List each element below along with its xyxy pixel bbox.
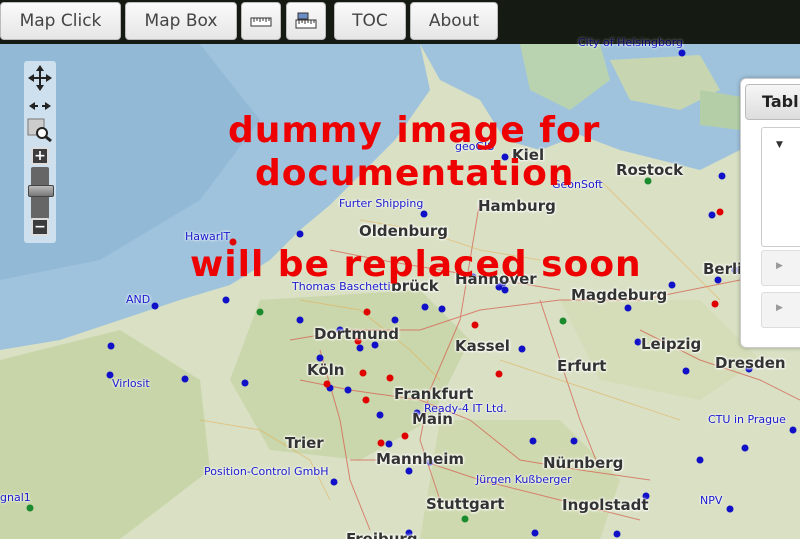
panel-content-box: ▼: [761, 127, 800, 247]
city-label-nuernberg: Nürnberg: [543, 454, 624, 472]
city-label-dortmund: Dortmund: [314, 325, 400, 343]
city-label-ingolstadt: Ingolstadt: [562, 496, 649, 514]
city-label-koeln: Köln: [307, 361, 345, 379]
panel-row[interactable]: ▶: [761, 250, 800, 286]
row-caret-icon: ▶: [776, 303, 783, 313]
toc-button[interactable]: TOC: [334, 2, 406, 40]
map-box-button[interactable]: Map Box: [125, 2, 237, 40]
top-toolbar: Map Click Map Box TOC About: [0, 0, 800, 44]
company-label: Virlosit: [112, 377, 150, 390]
panel-tab-table[interactable]: Tabl: [745, 84, 800, 120]
city-label-trier: Trier: [285, 434, 324, 452]
city-label-oldenburg: Oldenburg: [359, 222, 449, 240]
row-caret-icon: ▶: [776, 261, 783, 271]
zoom-in-button[interactable]: +: [31, 147, 49, 165]
zoom-box-button[interactable]: [26, 117, 54, 143]
table-panel: Tabl ▼ ▶ ▶: [740, 78, 800, 348]
company-label: CTU in Prague: [708, 413, 786, 426]
city-label-leipzig: Leipzig: [641, 335, 702, 353]
zoom-out-button[interactable]: −: [31, 218, 49, 236]
city-label-freiburg: Freiburg: [346, 530, 418, 539]
company-label: Ready-4 IT Ltd.: [424, 402, 507, 415]
company-label: AND: [126, 293, 151, 306]
city-label-erfurt: Erfurt: [557, 357, 607, 375]
measure-area-icon: [295, 12, 317, 29]
placeholder-overlay-line2: documentation: [255, 153, 575, 194]
dropdown-caret-icon[interactable]: ▼: [776, 140, 783, 150]
zoom-slider-thumb[interactable]: [28, 185, 54, 197]
company-label: Furter Shipping: [339, 197, 424, 210]
ruler-icon: [250, 17, 272, 27]
city-label-kassel: Kassel: [455, 337, 510, 355]
company-label: Jürgen Kußberger: [476, 473, 572, 486]
placeholder-overlay-line1: dummy image for: [228, 110, 601, 151]
city-label-dresden: Dresden: [715, 354, 786, 372]
panel-row[interactable]: ▶: [761, 292, 800, 328]
city-label-stuttgart: Stuttgart: [426, 495, 505, 513]
ruler-button[interactable]: [241, 2, 281, 40]
measure-area-button[interactable]: [286, 2, 326, 40]
pan-control[interactable]: [24, 61, 56, 95]
company-label: NPV: [700, 494, 723, 507]
placeholder-overlay-line3: will be replaced soon: [190, 244, 642, 285]
company-label: HawarIT: [185, 230, 231, 243]
city-label-frankfurt: Frankfurt: [394, 385, 474, 403]
city-label-hamburg: Hamburg: [478, 197, 556, 215]
history-arrows[interactable]: [24, 99, 56, 113]
map-view[interactable]: Kiel Rostock Hamburg Oldenburg Hannover …: [0, 0, 800, 539]
about-button[interactable]: About: [410, 2, 498, 40]
company-label: Position-Control GmbH: [204, 465, 329, 478]
city-label-magdeburg: Magdeburg: [571, 286, 668, 304]
prev-next-arrows-icon: [29, 102, 51, 110]
pan-arrows-icon: [28, 65, 52, 91]
company-label: gnal1: [0, 491, 31, 504]
city-label-rostock: Rostock: [616, 161, 684, 179]
navigation-control: + −: [24, 61, 56, 243]
zoom-box-icon: [27, 118, 52, 142]
city-label-mannheim: Mannheim: [376, 450, 465, 468]
map-click-button[interactable]: Map Click: [0, 2, 121, 40]
